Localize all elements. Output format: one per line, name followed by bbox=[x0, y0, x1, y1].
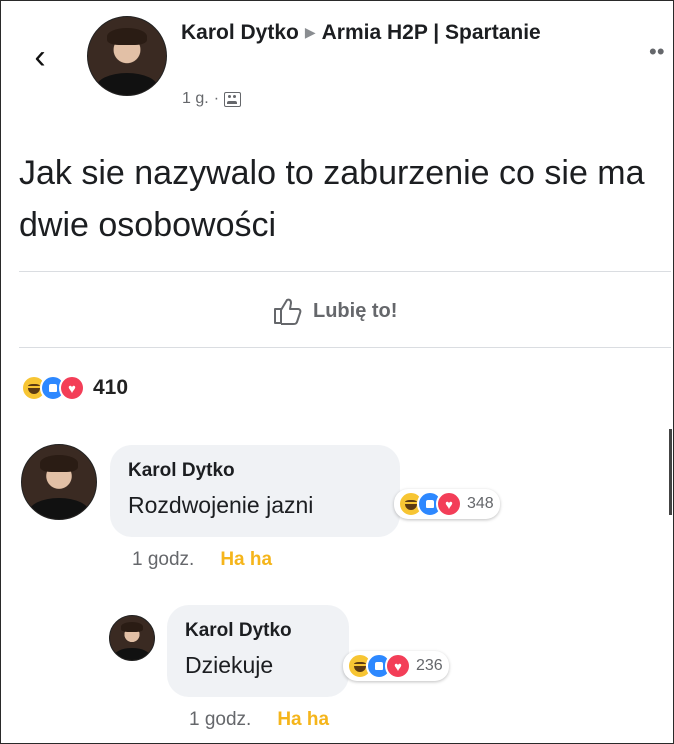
comment-actions: 1 godz. Ha ha bbox=[132, 549, 272, 571]
facebook-post-screen: ‹ Karol Dytko ▶ Armia H2P | Spartanie 1 g.… bbox=[0, 0, 674, 744]
reply-actions: 1 godz. Ha ha bbox=[189, 709, 329, 731]
haha-reaction-link[interactable]: Ha ha bbox=[277, 709, 329, 731]
divider bbox=[19, 271, 671, 272]
reply-reactions[interactable]: 236 bbox=[343, 651, 449, 681]
post-reactions[interactable]: 410 bbox=[21, 375, 128, 401]
scrollbar[interactable] bbox=[669, 429, 672, 515]
divider bbox=[19, 347, 671, 348]
reply-reaction-count: 236 bbox=[416, 657, 443, 674]
reply-avatar[interactable] bbox=[109, 615, 155, 661]
reply-author[interactable]: Karol Dytko bbox=[185, 619, 331, 643]
comment-time[interactable]: 1 godz. bbox=[132, 549, 194, 571]
love-icon bbox=[385, 653, 411, 679]
like-label: Lubię to! bbox=[313, 299, 398, 322]
comment-bubble: Karol Dytko Rozdwojenie jazni bbox=[110, 445, 400, 537]
reaction-count: 410 bbox=[93, 376, 129, 399]
group-name[interactable]: Armia H2P | Spartanie bbox=[322, 21, 541, 44]
meta-separator: · bbox=[213, 90, 220, 107]
reply-text: Dziekuje bbox=[185, 652, 274, 678]
haha-reaction-link[interactable]: Ha ha bbox=[220, 549, 272, 571]
comment-reactions[interactable]: 348 bbox=[394, 489, 500, 519]
comment-reaction-count: 348 bbox=[467, 495, 494, 512]
back-arrow-icon[interactable]: ‹ bbox=[23, 37, 57, 77]
post-text: Jak sie nazywalo to zaburzenie co sie ma… bbox=[19, 154, 645, 244]
comment-text: Rozdwojenie jazni bbox=[128, 492, 314, 518]
triangle-right-icon: ▶ bbox=[304, 24, 316, 40]
reply-time[interactable]: 1 godz. bbox=[189, 709, 251, 731]
more-options-icon[interactable]: • • bbox=[649, 39, 664, 65]
love-icon bbox=[436, 491, 462, 517]
like-button[interactable]: Lubię to! bbox=[273, 297, 397, 325]
post-meta: 1 g. · bbox=[182, 90, 242, 108]
reply-bubble: Karol Dytko Dziekuje bbox=[167, 605, 349, 697]
comment-author[interactable]: Karol Dytko bbox=[128, 459, 382, 483]
thumbs-up-icon bbox=[274, 298, 302, 325]
group-audience-icon bbox=[224, 91, 242, 107]
love-icon bbox=[59, 375, 85, 401]
post-time[interactable]: 1 g. bbox=[182, 90, 209, 108]
author-name[interactable]: Karol Dytko bbox=[181, 21, 299, 44]
post-header: Karol Dytko ▶ Armia H2P | Spartanie bbox=[181, 19, 611, 48]
author-avatar[interactable] bbox=[87, 16, 167, 96]
comment-avatar[interactable] bbox=[21, 444, 97, 520]
